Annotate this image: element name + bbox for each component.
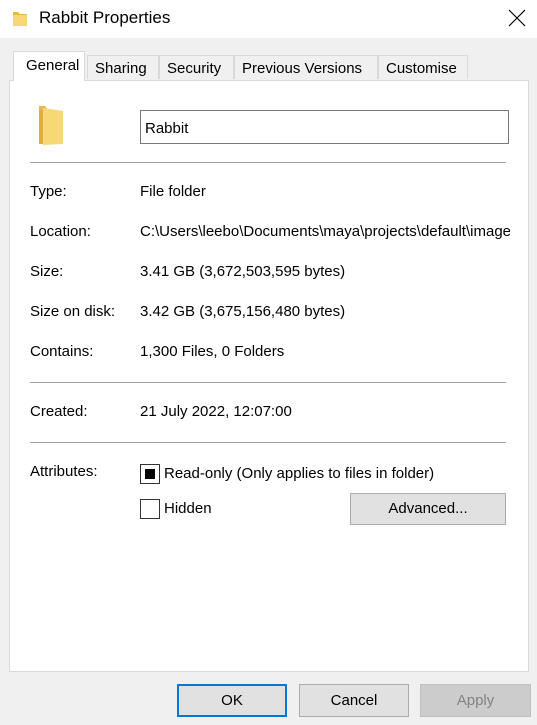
separator <box>30 442 506 443</box>
location-label: Location: <box>30 223 91 240</box>
advanced-button[interactable]: Advanced... <box>350 493 506 525</box>
readonly-label: Read-only (Only applies to files in fold… <box>164 465 435 482</box>
ok-button[interactable]: OK <box>177 684 287 717</box>
created-label: Created: <box>30 403 88 420</box>
size-label: Size: <box>30 263 64 280</box>
separator <box>30 162 506 163</box>
tab-label: Customise <box>386 60 457 77</box>
contains-label: Contains: <box>30 343 94 360</box>
hidden-label: Hidden <box>164 500 212 517</box>
hidden-checkbox[interactable] <box>140 499 160 519</box>
general-panel <box>9 80 529 672</box>
attributes-label: Attributes: <box>30 463 98 480</box>
tab-sharing[interactable]: Sharing <box>87 55 159 79</box>
title-bar: Rabbit Properties <box>0 0 537 38</box>
tab-general[interactable]: General <box>13 51 85 81</box>
type-value: File folder <box>140 183 206 200</box>
contains-value: 1,300 Files, 0 Folders <box>140 343 285 360</box>
close-button[interactable] <box>497 0 537 36</box>
folder-name-input[interactable] <box>140 110 509 144</box>
tab-label: Sharing <box>95 60 147 77</box>
close-icon <box>508 9 526 27</box>
type-label: Type: <box>30 183 67 200</box>
tab-customise[interactable]: Customise <box>378 55 468 79</box>
window-title: Rabbit Properties <box>39 8 171 27</box>
separator <box>30 382 506 383</box>
size-on-disk-value: 3.42 GB (3,675,156,480 bytes) <box>140 303 346 320</box>
folder-icon <box>12 9 28 27</box>
location-value: C:\Users\leebo\Documents\maya\projects\d… <box>140 223 510 240</box>
tab-label: Previous Versions <box>242 60 363 77</box>
indeterminate-mark <box>145 469 155 479</box>
tab-security[interactable]: Security <box>159 55 234 79</box>
size-value: 3.41 GB (3,672,503,595 bytes) <box>140 263 346 280</box>
cancel-button[interactable]: Cancel <box>299 684 409 717</box>
tab-label: General <box>26 57 80 74</box>
readonly-checkbox[interactable] <box>140 464 160 484</box>
created-value: 21 July 2022, 12:07:00 <box>140 403 292 420</box>
folder-icon <box>37 104 65 150</box>
apply-button[interactable]: Apply <box>420 684 531 717</box>
size-on-disk-label: Size on disk: <box>30 303 116 320</box>
tab-previous-versions[interactable]: Previous Versions <box>234 55 378 79</box>
tab-label: Security <box>167 60 222 77</box>
